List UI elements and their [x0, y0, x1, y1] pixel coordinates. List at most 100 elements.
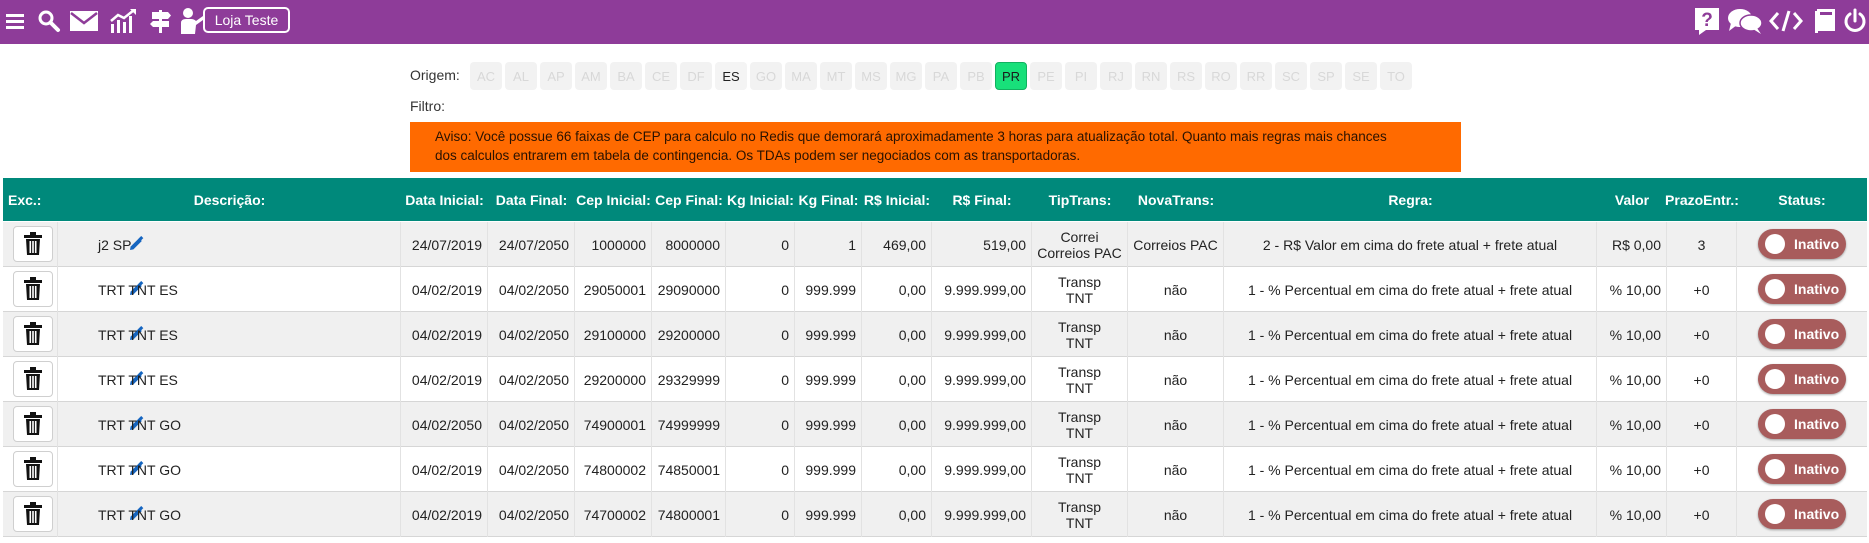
state-button-se[interactable]: SE	[1345, 62, 1377, 90]
cep-final-cell: 29090000	[652, 267, 726, 312]
toggle-knob	[1765, 414, 1785, 434]
valor-cell: % 10,00	[1597, 447, 1667, 492]
trash-icon	[24, 232, 42, 255]
description-text: TRT TNT ES	[98, 281, 178, 298]
status-toggle[interactable]: Inativo	[1758, 229, 1846, 259]
menu-icon[interactable]	[0, 6, 30, 36]
state-button-ro[interactable]: RO	[1205, 62, 1237, 90]
delete-button[interactable]	[13, 271, 53, 307]
state-button-rn[interactable]: RN	[1135, 62, 1167, 90]
state-button-pb[interactable]: PB	[960, 62, 992, 90]
status-toggle[interactable]: Inativo	[1758, 454, 1846, 484]
state-button-mg[interactable]: MG	[890, 62, 922, 90]
state-button-sc[interactable]: SC	[1275, 62, 1307, 90]
search-icon[interactable]	[34, 6, 64, 36]
header-cep-inicial: Cep Inicial:	[576, 191, 651, 208]
delete-button[interactable]	[13, 496, 53, 532]
state-button-rs[interactable]: RS	[1170, 62, 1202, 90]
delete-button[interactable]	[13, 316, 53, 352]
tiptrans-line-2: TNT	[1065, 514, 1094, 531]
data-inicial-cell: 04/02/2019	[401, 312, 488, 357]
status-toggle[interactable]: Inativo	[1758, 274, 1846, 304]
state-button-ac[interactable]: AC	[470, 62, 502, 90]
power-icon[interactable]	[1840, 6, 1869, 36]
tiptrans-line-2: TNT	[1065, 334, 1094, 351]
tiptrans-line-1: Transp	[1057, 408, 1102, 425]
data-inicial-cell: 24/07/2019	[401, 222, 488, 267]
delete-button[interactable]	[13, 451, 53, 487]
status-label: Inativo	[1794, 461, 1840, 477]
user-board-icon[interactable]	[180, 6, 204, 36]
state-button-rr[interactable]: RR	[1240, 62, 1272, 90]
state-button-pa[interactable]: PA	[925, 62, 957, 90]
descricao-cell: TRT TNT ES	[58, 357, 401, 402]
data-final-cell: 04/02/2050	[488, 357, 575, 402]
novatrans-cell: não	[1128, 357, 1224, 402]
tiptrans-line-2: TNT	[1065, 424, 1094, 441]
state-button-ce[interactable]: CE	[645, 62, 677, 90]
state-button-ms[interactable]: MS	[855, 62, 887, 90]
delete-button[interactable]	[13, 406, 53, 442]
help-icon[interactable]: ?	[1692, 6, 1722, 36]
cep-final-cell: 29329999	[652, 357, 726, 402]
valor-cell: % 10,00	[1597, 357, 1667, 402]
state-button-df[interactable]: DF	[680, 62, 712, 90]
header-kg-inicial: Kg Inicial:	[727, 191, 794, 208]
valor-cell: % 10,00	[1597, 492, 1667, 537]
mail-icon[interactable]	[68, 6, 100, 36]
table-row: TRT TNT GO 04/02/2050 04/02/2050 74900001 74…	[3, 402, 1867, 447]
data-inicial-cell: 04/02/2019	[401, 447, 488, 492]
state-button-sp[interactable]: SP	[1310, 62, 1342, 90]
state-button-go[interactable]: GO	[750, 62, 782, 90]
descricao-cell: TRT TNT GO	[58, 492, 401, 537]
origem-label: Origem:	[410, 67, 460, 83]
tiptrans-line-2: TNT	[1065, 289, 1094, 306]
state-button-ma[interactable]: MA	[785, 62, 817, 90]
state-button-am[interactable]: AM	[575, 62, 607, 90]
state-button-to[interactable]: TO	[1380, 62, 1412, 90]
state-button-rj[interactable]: RJ	[1100, 62, 1132, 90]
rs-final-cell: 9.999.999,00	[932, 402, 1032, 447]
data-final-cell: 04/02/2050	[488, 312, 575, 357]
chat-icon[interactable]	[1726, 6, 1764, 36]
kg-inicial-cell: 0	[726, 222, 795, 267]
cep-final-cell: 74850001	[652, 447, 726, 492]
table-row: TRT TNT ES 04/02/2019 04/02/2050 29200000 29…	[3, 357, 1867, 402]
state-button-pe[interactable]: PE	[1030, 62, 1062, 90]
exc-cell	[3, 357, 58, 402]
state-button-al[interactable]: AL	[505, 62, 537, 90]
delete-button[interactable]	[13, 361, 53, 397]
status-toggle[interactable]: Inativo	[1758, 499, 1846, 529]
delete-button[interactable]	[13, 226, 53, 262]
state-button-pr[interactable]: PR	[995, 62, 1027, 90]
tiptrans-line-1: Transp	[1057, 498, 1102, 515]
novatrans-cell: não	[1128, 492, 1224, 537]
store-button[interactable]: Loja Teste	[203, 7, 290, 33]
status-label: Inativo	[1794, 416, 1840, 432]
chart-icon[interactable]	[108, 6, 138, 36]
state-button-pi[interactable]: PI	[1065, 62, 1097, 90]
status-toggle[interactable]: Inativo	[1758, 409, 1846, 439]
warning-banner: Aviso: Você possue 66 faixas de CEP para…	[410, 122, 1461, 172]
status-toggle[interactable]: Inativo	[1758, 319, 1846, 349]
tiptrans-line-2: Correios PAC	[1037, 244, 1122, 261]
table-row: TRT TNT ES 04/02/2019 04/02/2050 29100000 29…	[3, 312, 1867, 357]
prazo-cell: +0	[1667, 267, 1737, 312]
book-icon[interactable]	[1810, 6, 1840, 36]
kg-inicial-cell: 0	[726, 402, 795, 447]
prazo-cell: +0	[1667, 447, 1737, 492]
rs-final-cell: 9.999.999,00	[932, 267, 1032, 312]
status-toggle[interactable]: Inativo	[1758, 364, 1846, 394]
table-row: j2 SP 24/07/2019 24/07/2050 1000000 8000000 0…	[3, 222, 1867, 267]
description-text: TRT TNT ES	[98, 371, 178, 388]
toggle-knob	[1765, 234, 1785, 254]
state-button-ap[interactable]: AP	[540, 62, 572, 90]
state-button-mt[interactable]: MT	[820, 62, 852, 90]
state-button-es[interactable]: ES	[715, 62, 747, 90]
descricao-cell: TRT TNT ES	[58, 312, 401, 357]
code-icon[interactable]	[1768, 6, 1804, 36]
state-button-ba[interactable]: BA	[610, 62, 642, 90]
tiptrans-cell: Transp TNT	[1032, 267, 1128, 312]
signpost-icon[interactable]	[146, 6, 176, 36]
header-regra: Regra:	[1388, 191, 1433, 208]
